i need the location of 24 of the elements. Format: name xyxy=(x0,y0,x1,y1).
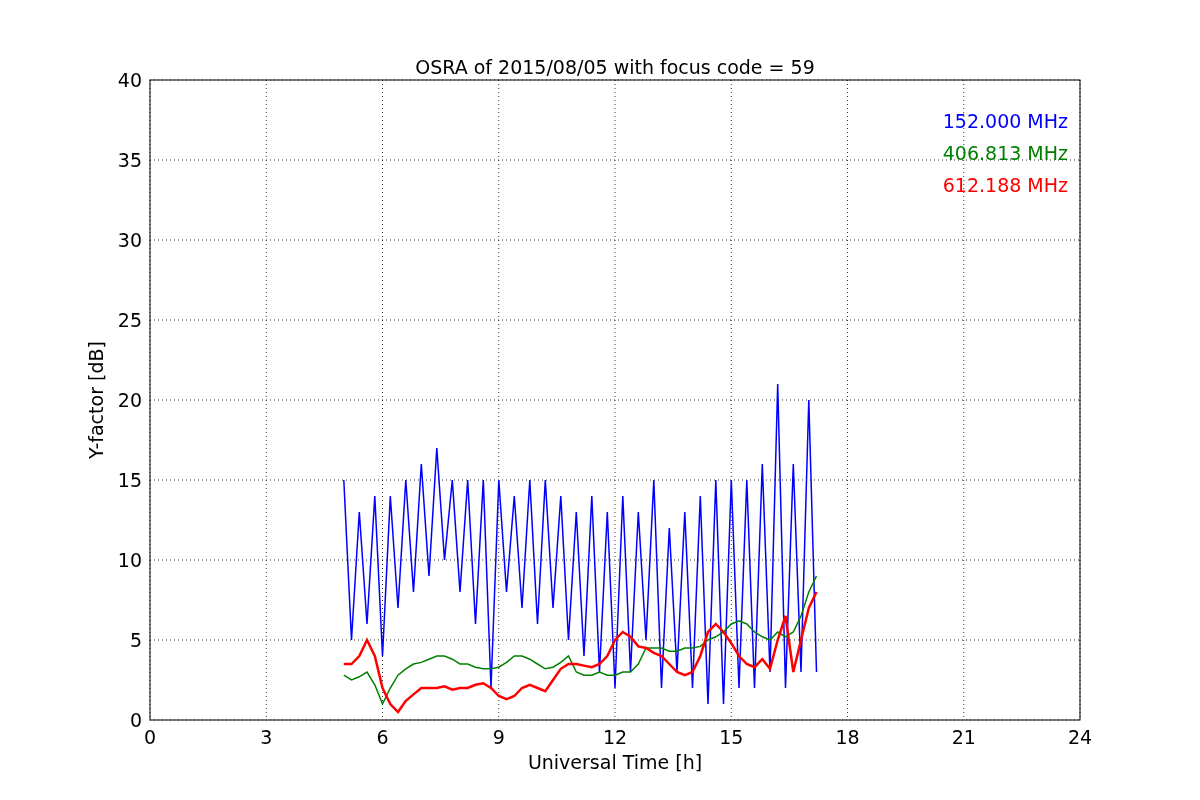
x-tick-label: 3 xyxy=(260,726,273,748)
y-tick-label: 25 xyxy=(117,309,142,331)
x-tick-label: 18 xyxy=(835,726,860,748)
y-tick-label: 40 xyxy=(117,69,142,91)
x-tick-label: 15 xyxy=(719,726,744,748)
y-tick-label: 5 xyxy=(129,629,142,651)
y-tick-label: 10 xyxy=(117,549,142,571)
y-tick-label: 30 xyxy=(117,229,142,251)
x-tick-label: 6 xyxy=(376,726,389,748)
y-tick-label: 0 xyxy=(129,709,142,731)
x-tick-label: 24 xyxy=(1067,726,1093,748)
y-tick-label: 35 xyxy=(117,149,142,171)
y-axis-label: Y-factor [dB] xyxy=(85,341,107,459)
legend-label: 406.813 MHz xyxy=(942,142,1068,164)
x-tick-label: 9 xyxy=(492,726,505,748)
x-tick-label: 21 xyxy=(951,726,976,748)
y-tick-label: 15 xyxy=(117,469,142,491)
x-tick-label: 0 xyxy=(143,726,157,748)
legend-label: 152.000 MHz xyxy=(942,110,1068,132)
chart-title: OSRA of 2015/08/05 with focus code = 59 xyxy=(415,56,815,78)
y-tick-label: 20 xyxy=(117,389,142,411)
legend-label: 612.188 MHz xyxy=(942,174,1068,196)
x-axis-label: Universal Time [h] xyxy=(527,751,703,773)
x-tick-label: 12 xyxy=(602,726,628,748)
